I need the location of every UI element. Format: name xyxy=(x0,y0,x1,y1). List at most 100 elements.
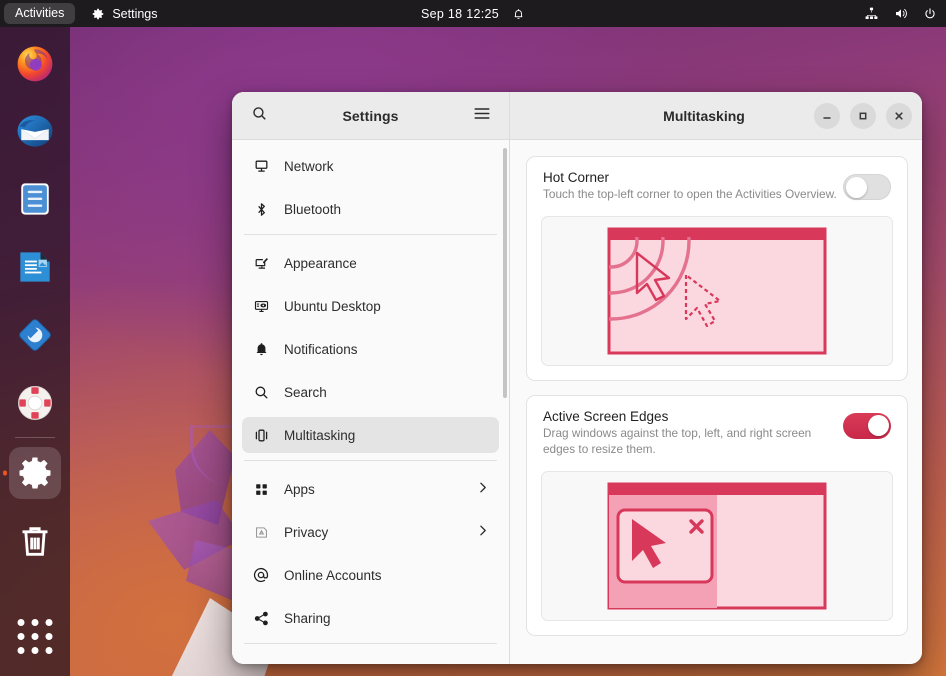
maximize-button[interactable] xyxy=(850,102,876,129)
search-icon xyxy=(252,383,270,401)
sidebar-item-label: Multitasking xyxy=(284,427,356,443)
sidebar-item-bluetooth[interactable]: Bluetooth xyxy=(242,191,499,227)
hot-corner-title: Hot Corner xyxy=(543,170,610,185)
sidebar-divider xyxy=(244,460,497,461)
sidebar-scrollbar[interactable] xyxy=(503,148,507,398)
sidebar-item-label: Network xyxy=(284,158,334,174)
sidebar-item-sharing[interactable]: Sharing xyxy=(242,600,499,636)
chevron-right-icon xyxy=(476,524,489,540)
app-name-label: Settings xyxy=(112,6,158,21)
active-screen-edges-toggle[interactable] xyxy=(843,413,891,440)
appearance-icon xyxy=(252,254,270,272)
sidebar-item-privacy[interactable]: Privacy xyxy=(242,514,499,550)
grid-dot xyxy=(45,647,53,654)
privacy-shield-icon xyxy=(252,523,270,541)
sidebar-item-label: Privacy xyxy=(284,524,329,540)
sidebar-item-notifications[interactable]: Notifications xyxy=(242,331,499,367)
network-wired-icon xyxy=(864,6,879,21)
grid-dot xyxy=(17,619,25,626)
dock-item-libreoffice-writer[interactable] xyxy=(9,241,61,293)
sidebar-item-label: Bluetooth xyxy=(284,201,342,217)
window-controls xyxy=(814,102,912,129)
grid-dot xyxy=(45,633,53,640)
toggle-knob xyxy=(868,415,889,437)
sidebar-divider xyxy=(244,643,497,644)
sidebar-item-label: Sharing xyxy=(284,610,331,626)
dock xyxy=(0,27,70,676)
active-screen-edges-row: Active Screen Edges Drag windows against… xyxy=(527,396,907,471)
search-icon xyxy=(251,105,268,127)
main-menu-button[interactable] xyxy=(469,103,495,129)
settings-sidebar: Settings Network Bluetooth Appearance Ub… xyxy=(232,92,510,664)
sidebar-item-label: Appearance xyxy=(284,255,357,271)
active-screen-edges-texts: Active Screen Edges Drag windows against… xyxy=(543,409,843,457)
sidebar-item-label: Ubuntu Desktop xyxy=(284,298,381,314)
grid-dot xyxy=(31,633,39,640)
ubuntu-desktop-icon xyxy=(252,297,270,315)
dock-item-settings[interactable] xyxy=(9,447,61,499)
clock-area[interactable]: Sep 18 12:25 xyxy=(421,7,525,21)
sidebar-item-label: Online Accounts xyxy=(284,567,382,583)
bell-icon xyxy=(252,340,270,358)
sidebar-item-online-accounts[interactable]: Online Accounts xyxy=(242,557,499,593)
search-button[interactable] xyxy=(246,103,272,129)
sidebar-header: Settings xyxy=(232,92,509,140)
active-screen-edges-title: Active Screen Edges xyxy=(543,409,669,425)
grid-dot xyxy=(17,633,25,640)
active-screen-edges-description: Drag windows against the top, left, and … xyxy=(543,426,812,456)
sidebar-item-label: Notifications xyxy=(284,341,358,357)
active-screen-edges-card: Active Screen Edges Drag windows against… xyxy=(526,395,908,636)
dock-item-trash[interactable] xyxy=(9,515,61,567)
grid-dot xyxy=(31,647,39,654)
sidebar-divider xyxy=(244,234,497,235)
sidebar-item-search[interactable]: Search xyxy=(242,374,499,410)
hot-corner-illustration xyxy=(541,216,893,367)
bluetooth-icon xyxy=(252,200,270,218)
chevron-right-icon xyxy=(476,481,489,497)
gear-icon xyxy=(91,7,105,21)
toggle-knob xyxy=(846,177,867,198)
sidebar-item-network[interactable]: Network xyxy=(242,148,499,184)
volume-icon xyxy=(893,6,909,21)
dock-item-thunderbird[interactable] xyxy=(9,105,61,157)
network-icon xyxy=(252,157,270,175)
minimize-button[interactable] xyxy=(814,102,840,129)
dock-separator xyxy=(15,437,55,438)
grid-dot xyxy=(17,647,25,654)
settings-window: Settings Network Bluetooth Appearance Ub… xyxy=(232,92,922,664)
dock-item-app-center[interactable] xyxy=(9,309,61,361)
close-button[interactable] xyxy=(886,102,912,129)
sidebar-nav-list: Network Bluetooth Appearance Ubuntu Desk… xyxy=(232,140,509,664)
grid-dot xyxy=(31,619,39,626)
dock-item-firefox[interactable] xyxy=(9,37,61,89)
bell-icon xyxy=(512,7,525,21)
share-icon xyxy=(252,609,270,627)
page-title: Multitasking xyxy=(663,107,745,124)
settings-content-pane: Multitasking Hot Corner Touch the top-le… xyxy=(510,92,922,664)
sidebar-item-label: Apps xyxy=(284,481,315,497)
sidebar-item-apps[interactable]: Apps xyxy=(242,471,499,507)
system-status-area[interactable] xyxy=(864,6,937,21)
at-sign-icon xyxy=(252,566,270,584)
activities-button[interactable]: Activities xyxy=(4,3,76,24)
multitasking-icon xyxy=(252,426,270,444)
hot-corner-toggle[interactable] xyxy=(843,174,891,200)
sidebar-item-multitasking[interactable]: Multitasking xyxy=(242,417,499,453)
sidebar-item-appearance[interactable]: Appearance xyxy=(242,245,499,281)
sidebar-item-label: Search xyxy=(284,384,327,400)
apps-grid-icon xyxy=(252,480,270,498)
sidebar-title: Settings xyxy=(342,107,399,124)
content-header: Multitasking xyxy=(510,92,922,140)
dock-item-help[interactable] xyxy=(9,377,61,429)
hot-corner-texts: Hot Corner Touch the top-left corner to … xyxy=(543,170,843,202)
show-applications-button[interactable] xyxy=(17,619,53,654)
app-menu-indicator[interactable]: Settings xyxy=(91,6,158,21)
dock-item-files[interactable] xyxy=(9,173,61,225)
top-bar: Activities Settings Sep 18 12:25 xyxy=(0,0,946,27)
sidebar-item-ubuntu-desktop[interactable]: Ubuntu Desktop xyxy=(242,288,499,324)
grid-dot xyxy=(45,619,53,626)
hot-corner-description: Touch the top-left corner to open the Ac… xyxy=(543,187,837,201)
hot-corner-card: Hot Corner Touch the top-left corner to … xyxy=(526,156,908,382)
hamburger-menu-icon xyxy=(473,106,491,126)
clock-label: Sep 18 12:25 xyxy=(421,6,499,21)
